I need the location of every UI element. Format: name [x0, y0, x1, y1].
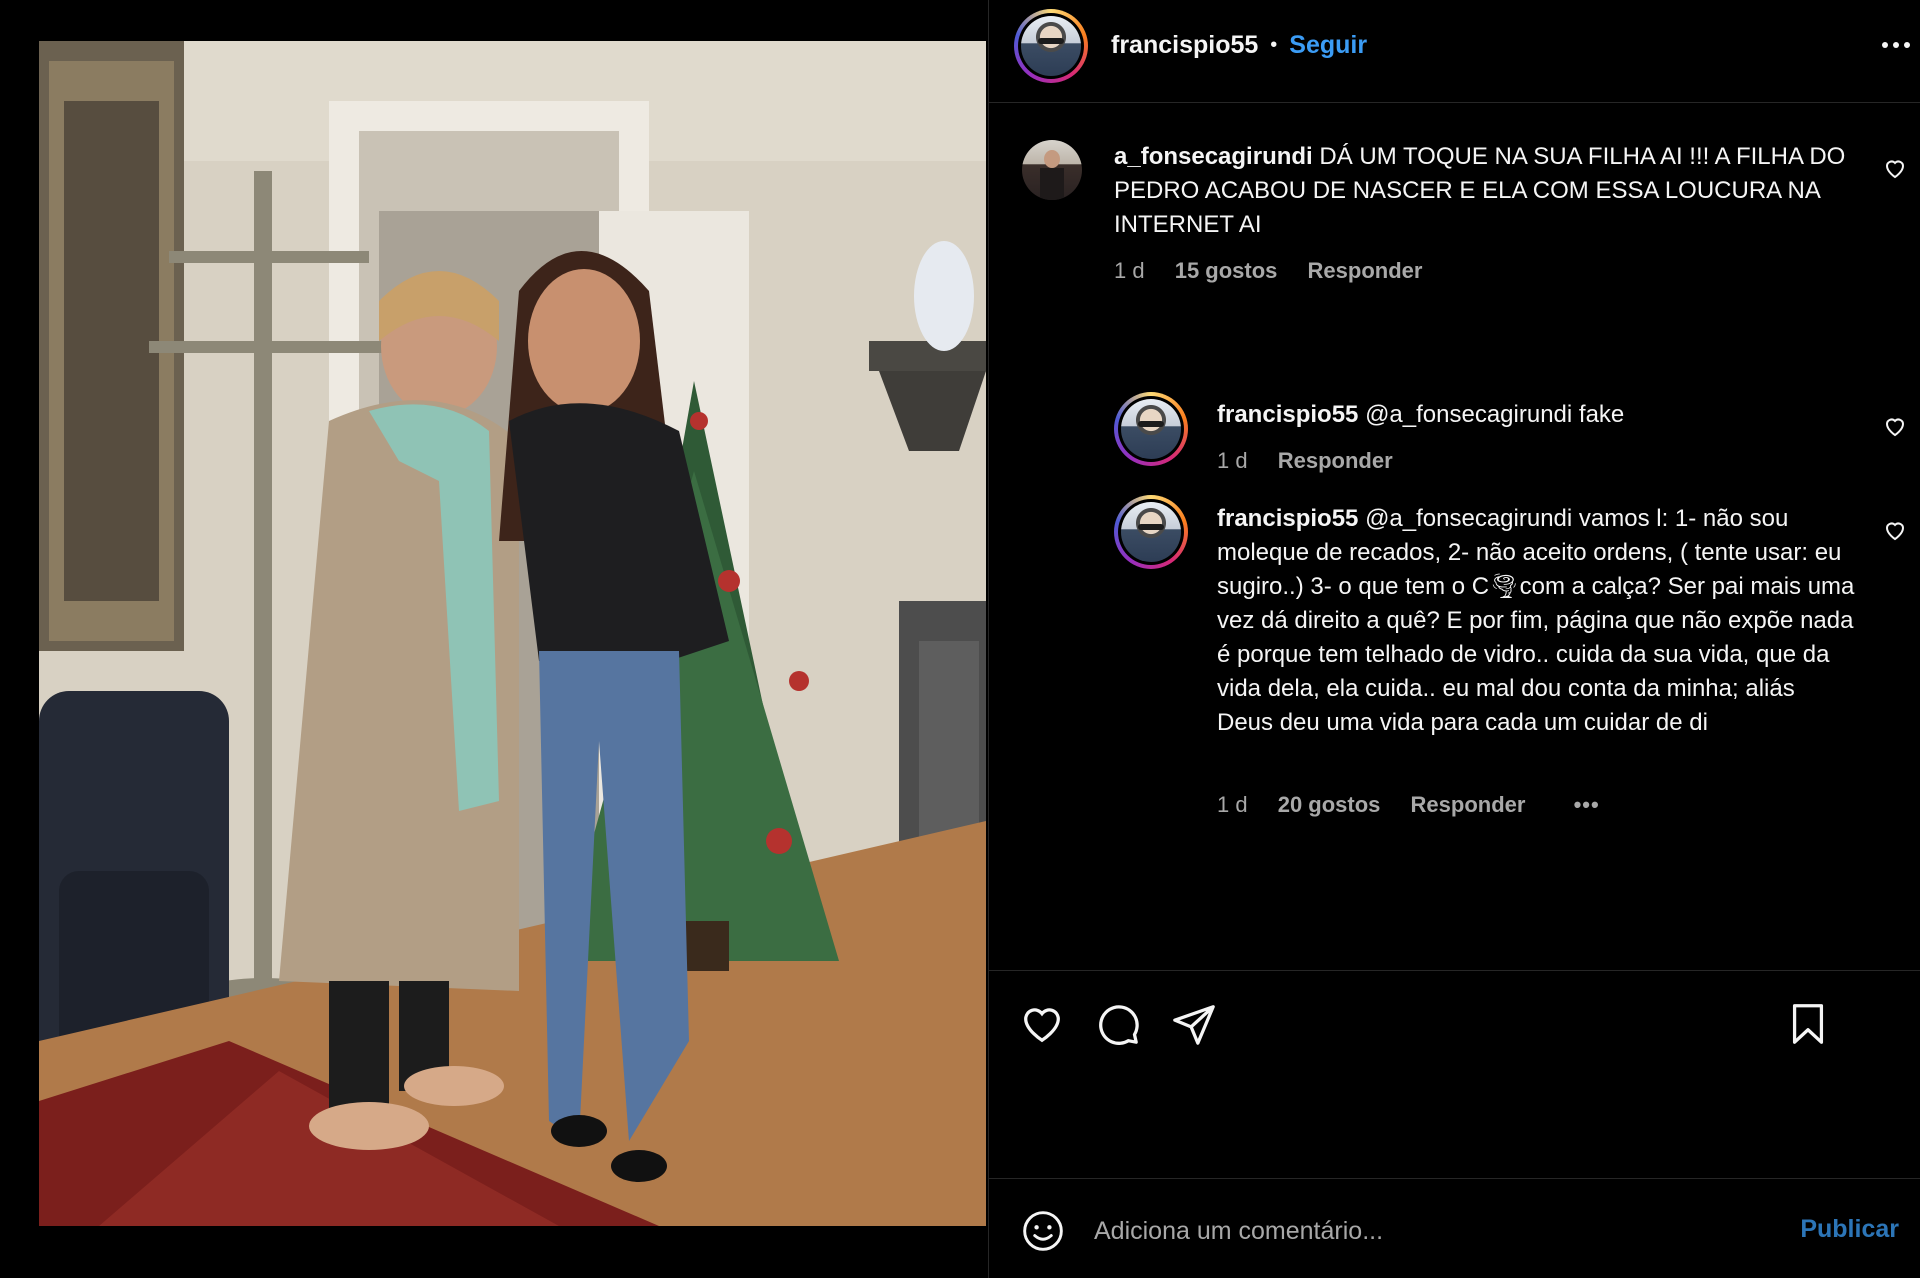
follow-button[interactable]: Seguir — [1289, 31, 1367, 60]
reply-time: 1 d — [1217, 792, 1248, 817]
post-image — [39, 41, 986, 1226]
comment-meta: 1 d 15 gostos Responder — [1114, 258, 1446, 284]
reply-button[interactable]: Responder — [1411, 792, 1526, 817]
reply-username[interactable]: francispio55 — [1217, 401, 1358, 428]
emoji-icon[interactable] — [1021, 1209, 1065, 1253]
commenter-avatar[interactable] — [1022, 140, 1082, 200]
reply-body: francispio55 @a_fonsecagirundi fake — [1217, 398, 1857, 432]
comment-username[interactable]: a_fonsecagirundi — [1114, 143, 1313, 170]
comment-input[interactable] — [1094, 1209, 1734, 1253]
comment-composer: Publicar — [989, 1178, 1920, 1278]
header-separator: • — [1270, 33, 1278, 56]
reply-body: francispio55 @a_fonsecagirundi vamos l: … — [1217, 502, 1857, 740]
comment-body: a_fonsecagirundi DÁ UM TOQUE NA SUA FILH… — [1114, 140, 1854, 242]
reply-button[interactable]: Responder — [1278, 448, 1393, 473]
author-username[interactable]: francispio55 — [1111, 31, 1258, 60]
reply-meta: 1 d Responder — [1217, 448, 1417, 474]
action-bar — [989, 970, 1920, 1180]
comment-likes[interactable]: 15 gostos — [1175, 258, 1278, 283]
reply-text: @a_fonsecagirundi fake — [1365, 401, 1625, 428]
post-photo[interactable] — [39, 41, 986, 1226]
post-panel: francispio55 • Seguir a_fonsecagirundi D… — [988, 0, 1920, 1278]
reply-button[interactable]: Responder — [1308, 258, 1423, 283]
reply-likes[interactable]: 20 gostos — [1278, 792, 1381, 817]
reply-username[interactable]: francispio55 — [1217, 505, 1358, 532]
reply-time: 1 d — [1217, 448, 1248, 473]
reply-like-heart-icon[interactable] — [1883, 518, 1907, 542]
send-icon[interactable] — [1171, 1001, 1217, 1047]
reply-text: @a_fonsecagirundi vamos l: 1- não sou mo… — [1217, 505, 1855, 736]
comment-time: 1 d — [1114, 258, 1145, 283]
publish-button[interactable]: Publicar — [1800, 1215, 1899, 1244]
reply-avatar[interactable] — [1114, 392, 1188, 466]
reply-avatar[interactable] — [1114, 495, 1188, 569]
post-header: francispio55 • Seguir — [989, 0, 1920, 103]
more-horizontal-icon[interactable] — [1881, 38, 1911, 52]
reply-like-heart-icon[interactable] — [1883, 414, 1907, 438]
comment-icon[interactable] — [1095, 1001, 1141, 1047]
author-avatar[interactable] — [1014, 9, 1088, 83]
reply-meta: 1 d 20 gostos Responder ••• — [1217, 792, 1624, 818]
heart-icon[interactable] — [1019, 1001, 1065, 1047]
comment-like-heart-icon[interactable] — [1883, 156, 1907, 180]
reply-more-button[interactable]: ••• — [1574, 792, 1600, 817]
bookmark-icon[interactable] — [1785, 1001, 1831, 1047]
